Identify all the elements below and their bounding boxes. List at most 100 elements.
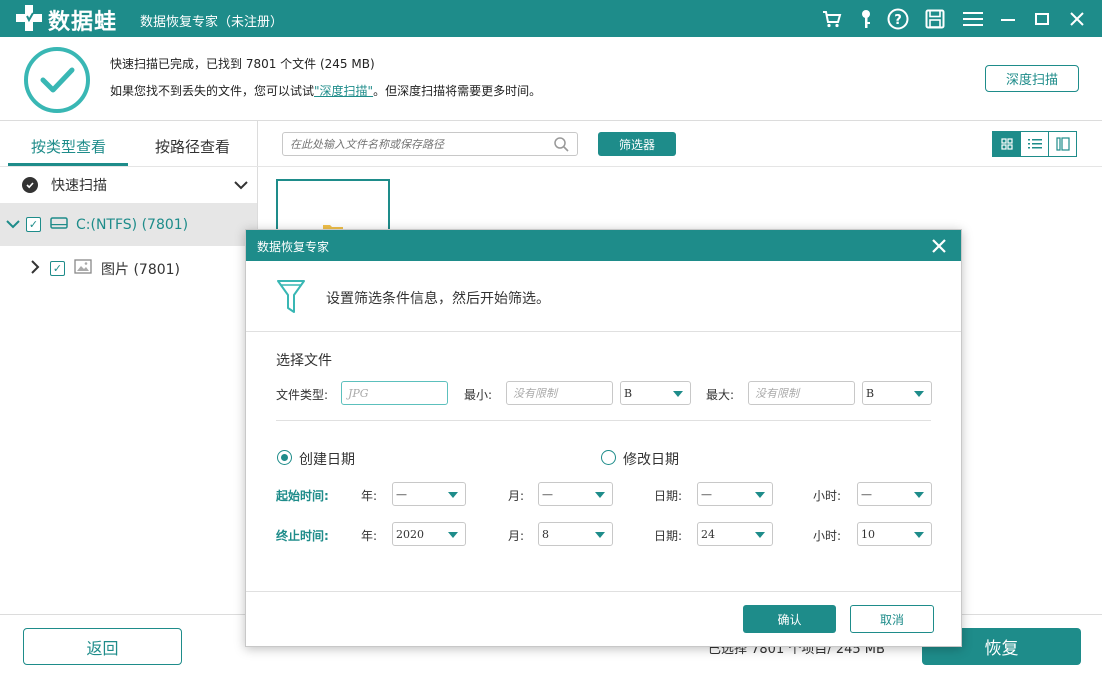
cart-icon[interactable]: [821, 8, 843, 30]
help-icon[interactable]: ?: [887, 8, 909, 30]
modified-date-radio[interactable]: [601, 450, 616, 465]
chevron-down-icon: [448, 532, 458, 538]
app-logo-text: 数据蛙: [48, 10, 118, 35]
window-title: 数据恢复专家（未注册）: [140, 15, 284, 30]
image-icon: [74, 259, 92, 278]
start-year-select[interactable]: —: [392, 482, 466, 506]
end-hour-select[interactable]: 10: [857, 522, 932, 546]
back-button[interactable]: 返回: [23, 628, 182, 665]
chevron-down-icon: [914, 532, 924, 538]
scan-hint-prefix: 如果您找不到丢失的文件，您可以试试: [110, 84, 315, 98]
tree-item-drive-c[interactable]: ✓ C:(NTFS) (7801): [0, 203, 257, 246]
grid-view-icon: [1000, 138, 1013, 150]
dialog-footer-divider: [246, 591, 961, 592]
max-size-unit-select[interactable]: B: [862, 381, 932, 405]
filter-dialog: 数据恢复专家 设置筛选条件信息，然后开始筛选。 选择文件 文件类型: JPG 最…: [245, 229, 962, 647]
chevron-right-icon[interactable]: [30, 259, 40, 278]
minimize-icon[interactable]: [997, 8, 1019, 30]
deep-scan-button[interactable]: 深度扫描: [985, 65, 1079, 92]
chevron-down-icon: [595, 532, 605, 538]
key-icon[interactable]: [855, 8, 877, 30]
pictures-checkbox[interactable]: ✓: [50, 261, 65, 276]
start-hour-label: 小时:: [813, 489, 842, 503]
end-month-label: 月:: [508, 529, 525, 543]
end-time-label: 终止时间:: [276, 529, 329, 543]
start-hour-select[interactable]: —: [857, 482, 932, 506]
file-type-input[interactable]: JPG: [341, 381, 448, 405]
file-type-label: 文件类型:: [276, 388, 329, 402]
scan-result-text: 快速扫描已完成，已找到 7801 个文件 (245 MB): [110, 57, 375, 71]
drive-checkbox[interactable]: ✓: [26, 217, 41, 232]
chevron-down-icon[interactable]: [234, 178, 248, 194]
end-day-select[interactable]: 24: [697, 522, 773, 546]
chevron-down-icon: [914, 492, 924, 498]
start-year-label: 年:: [361, 489, 378, 503]
created-date-radio[interactable]: [277, 450, 292, 465]
detail-view-button[interactable]: [1048, 131, 1077, 157]
start-time-label: 起始时间:: [276, 489, 329, 503]
end-year-select[interactable]: 2020: [392, 522, 466, 546]
end-year-label: 年:: [361, 529, 378, 543]
start-day-label: 日期:: [654, 489, 683, 503]
drive-icon: [50, 216, 68, 234]
cancel-button[interactable]: 取消: [850, 605, 934, 633]
dialog-close-icon[interactable]: [931, 236, 947, 258]
dialog-description: 设置筛选条件信息，然后开始筛选。: [326, 291, 550, 307]
confirm-button[interactable]: 确认: [743, 605, 836, 633]
menu-icon[interactable]: [962, 8, 984, 30]
section-divider: [276, 420, 931, 421]
logo-cross-icon: [16, 5, 42, 31]
chevron-down-icon: [595, 492, 605, 498]
chevron-down-icon: [448, 492, 458, 498]
filter-button[interactable]: 筛选器: [598, 132, 676, 156]
max-size-input[interactable]: 没有限制: [748, 381, 855, 405]
detail-view-icon: [1055, 137, 1070, 151]
modified-date-label[interactable]: 修改日期: [623, 449, 679, 469]
title-bar: 数据蛙 数据恢复专家（未注册） ?: [0, 0, 1102, 37]
scan-complete-check-icon: [24, 47, 90, 113]
scan-hint-suffix: 。但深度扫描将需要更多时间。: [373, 84, 542, 98]
created-date-label[interactable]: 创建日期: [299, 449, 355, 469]
drive-label: C:(NTFS) (7801): [76, 216, 189, 233]
chevron-down-icon: [673, 391, 683, 397]
min-size-unit-select[interactable]: B: [620, 381, 691, 405]
scan-done-icon: [22, 176, 38, 193]
save-icon[interactable]: [924, 8, 946, 30]
search-box[interactable]: [282, 132, 578, 156]
svg-text:?: ?: [894, 13, 902, 28]
close-icon[interactable]: [1066, 8, 1088, 30]
start-month-label: 月:: [508, 489, 525, 503]
search-input[interactable]: [283, 133, 543, 155]
tab-by-path[interactable]: 按路径查看: [155, 136, 230, 157]
dialog-divider: [246, 331, 961, 332]
start-day-select[interactable]: —: [697, 482, 773, 506]
list-view-button[interactable]: [1020, 131, 1049, 157]
end-month-select[interactable]: 8: [538, 522, 613, 546]
tab-by-type[interactable]: 按类型查看: [31, 136, 106, 157]
min-size-input[interactable]: 没有限制: [506, 381, 613, 405]
pictures-label: 图片 (7801): [101, 261, 181, 278]
chevron-down-icon[interactable]: [6, 217, 20, 233]
list-view-icon: [1027, 139, 1042, 149]
chevron-down-icon: [914, 391, 924, 397]
dialog-title: 数据恢复专家: [257, 240, 330, 254]
scan-hint-text: 如果您找不到丢失的文件，您可以试试"深度扫描"。但深度扫描将需要更多时间。: [110, 82, 541, 99]
chevron-down-icon: [755, 492, 765, 498]
quick-scan-label: 快速扫描: [51, 177, 107, 194]
min-size-label: 最小:: [464, 388, 493, 402]
end-day-label: 日期:: [654, 529, 683, 543]
maximize-icon[interactable]: [1031, 8, 1053, 30]
tree-item-pictures[interactable]: ✓ 图片 (7801): [0, 247, 257, 290]
max-size-label: 最大:: [706, 388, 735, 402]
deep-scan-link[interactable]: "深度扫描": [314, 84, 373, 98]
toolbar-divider: [258, 166, 1102, 167]
funnel-icon: [277, 280, 305, 313]
search-icon[interactable]: [554, 137, 569, 152]
select-file-section-title: 选择文件: [276, 353, 332, 369]
end-hour-label: 小时:: [813, 529, 842, 543]
quick-scan-row[interactable]: 快速扫描: [0, 163, 257, 206]
dialog-title-bar: 数据恢复专家: [246, 230, 961, 261]
grid-view-button[interactable]: [992, 131, 1021, 157]
start-month-select[interactable]: —: [538, 482, 613, 506]
chevron-down-icon: [755, 532, 765, 538]
